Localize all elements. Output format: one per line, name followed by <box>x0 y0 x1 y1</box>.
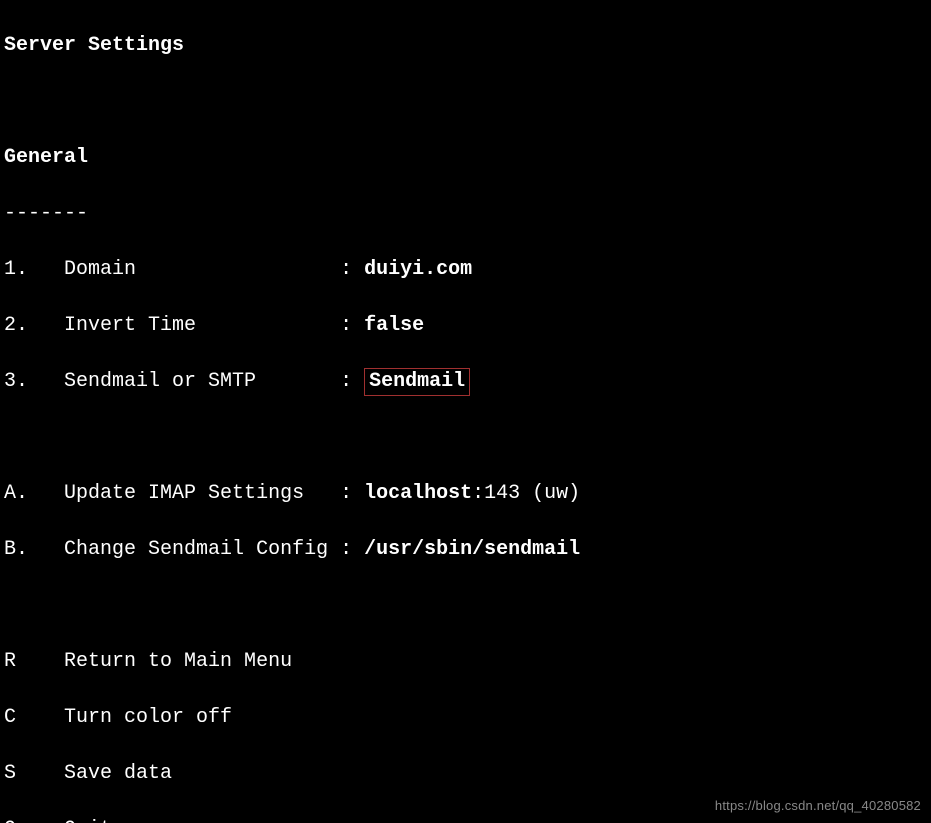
menu-row-Q: Q Quit <box>4 816 927 823</box>
setting-row-1: 1. Domain : duiyi.com <box>4 256 927 284</box>
setting-3-label: Sendmail or SMTP <box>64 370 256 393</box>
setting-3-value-highlight: Sendmail <box>364 368 470 396</box>
menu-S-key: S <box>4 762 16 785</box>
setting-3-value: Sendmail <box>369 370 465 393</box>
setting-row-A: A. Update IMAP Settings : localhost:143 … <box>4 480 927 508</box>
watermark-text: https://blog.csdn.net/qq_40280582 <box>715 797 921 815</box>
setting-B-key: B. <box>4 538 28 561</box>
menu-Q-key: Q <box>4 818 16 823</box>
setting-1-value: duiyi.com <box>364 258 472 281</box>
setting-B-value: /usr/sbin/sendmail <box>364 538 580 561</box>
setting-row-B: B. Change Sendmail Config : /usr/sbin/se… <box>4 536 927 564</box>
setting-row-2: 2. Invert Time : false <box>4 312 927 340</box>
setting-1-key: 1. <box>4 258 28 281</box>
setting-row-3: 3. Sendmail or SMTP : Sendmail <box>4 368 927 396</box>
menu-R-key: R <box>4 650 16 673</box>
terminal-screen[interactable]: Server Settings General ------- 1. Domai… <box>0 0 931 823</box>
setting-2-value: false <box>364 314 424 337</box>
setting-A-value-host: localhost <box>364 482 472 505</box>
blank-line <box>4 424 927 452</box>
setting-1-label: Domain <box>64 258 136 281</box>
blank-line <box>4 88 927 116</box>
menu-row-R: R Return to Main Menu <box>4 648 927 676</box>
blank-line <box>4 592 927 620</box>
section-heading: General <box>4 144 927 172</box>
menu-C-key: C <box>4 706 16 729</box>
setting-A-value-rest: :143 (uw) <box>472 482 580 505</box>
setting-A-key: A. <box>4 482 28 505</box>
page-title: Server Settings <box>4 32 927 60</box>
menu-S-label: Save data <box>64 762 172 785</box>
setting-3-key: 3. <box>4 370 28 393</box>
setting-B-label: Change Sendmail Config <box>64 538 328 561</box>
divider: ------- <box>4 200 927 228</box>
setting-2-label: Invert Time <box>64 314 196 337</box>
setting-A-label: Update IMAP Settings <box>64 482 304 505</box>
menu-R-label: Return to Main Menu <box>64 650 292 673</box>
menu-row-C: C Turn color off <box>4 704 927 732</box>
menu-row-S: S Save data <box>4 760 927 788</box>
setting-2-key: 2. <box>4 314 28 337</box>
menu-Q-label: Quit <box>64 818 112 823</box>
menu-C-label: Turn color off <box>64 706 232 729</box>
